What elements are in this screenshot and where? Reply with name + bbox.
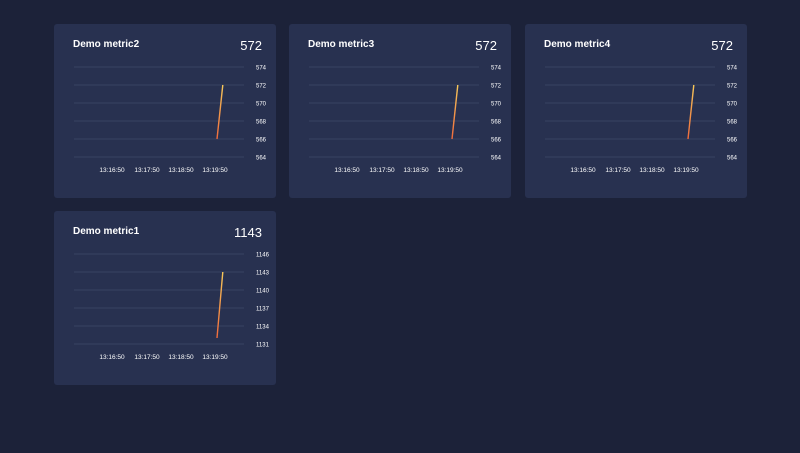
y-tick-label: 566 (727, 138, 738, 144)
y-tick-label: 574 (727, 66, 738, 72)
line-chart: 564 566 568 570 572 574 13:16:50 13:17:50 13:18:… (545, 66, 738, 174)
y-tick-label: 564 (491, 156, 502, 162)
x-tick-label: 13:18:50 (403, 167, 429, 174)
x-tick-label: 13:17:50 (134, 354, 160, 361)
y-tick-label: 1146 (256, 253, 270, 259)
y-tick-label: 1137 (256, 307, 270, 313)
x-tick-label: 13:18:50 (639, 167, 665, 174)
x-tick-label: 13:16:50 (99, 354, 125, 361)
series-line (451, 84, 459, 140)
series-line (216, 84, 224, 140)
y-tick-label: 564 (256, 156, 267, 162)
x-tick-label: 13:19:50 (673, 167, 699, 174)
y-tick-label: 572 (491, 84, 502, 90)
y-tick-label: 574 (491, 66, 502, 72)
y-tick-label: 574 (256, 66, 267, 72)
x-tick-label: 13:16:50 (570, 167, 596, 174)
y-tick-label: 570 (256, 102, 267, 108)
y-tick-label: 572 (727, 84, 738, 90)
y-tick-label: 568 (256, 120, 267, 126)
y-tick-label: 1143 (256, 271, 270, 277)
y-tick-label: 568 (491, 120, 502, 126)
y-tick-label: 570 (727, 102, 738, 108)
y-tick-label: 566 (491, 138, 502, 144)
x-tick-label: 13:16:50 (99, 167, 125, 174)
metric-card-metric3[interactable]: Demo metric3 572 564 566 568 570 572 574 13:16… (289, 24, 511, 198)
x-tick-label: 13:17:50 (134, 167, 160, 174)
x-tick-label: 13:16:50 (334, 167, 360, 174)
x-tick-label: 13:19:50 (202, 167, 228, 174)
series-line (687, 84, 695, 140)
metric-card-metric1[interactable]: Demo metric1 1143 1131 1134 1137 1140 1143 11… (54, 211, 276, 385)
y-tick-label: 566 (256, 138, 267, 144)
x-tick-label: 13:19:50 (437, 167, 463, 174)
x-tick-label: 13:18:50 (168, 354, 194, 361)
x-tick-label: 13:17:50 (369, 167, 395, 174)
x-tick-label: 13:17:50 (605, 167, 631, 174)
line-chart: 564 566 568 570 572 574 13:16:50 13:17:50 13:18:… (74, 66, 267, 174)
y-tick-label: 1134 (256, 325, 270, 331)
y-tick-label: 564 (727, 156, 738, 162)
y-tick-label: 1131 (256, 343, 270, 349)
line-chart: 564 566 568 570 572 574 13:16:50 13:17:50 13:18:… (309, 66, 502, 174)
x-tick-label: 13:18:50 (168, 167, 194, 174)
y-tick-label: 570 (491, 102, 502, 108)
metric-card-metric4[interactable]: Demo metric4 572 564 566 568 570 572 574 13:16… (525, 24, 747, 198)
y-tick-label: 568 (727, 120, 738, 126)
metric-card-metric2[interactable]: Demo metric2 572 564 566 568 570 572 574 13:16… (54, 24, 276, 198)
line-chart: 1131 1134 1137 1140 1143 1146 13:16:50 13:17:50… (74, 253, 270, 361)
y-tick-label: 572 (256, 84, 267, 90)
y-tick-label: 1140 (256, 289, 270, 295)
series-line (216, 271, 224, 339)
x-tick-label: 13:19:50 (202, 354, 228, 361)
